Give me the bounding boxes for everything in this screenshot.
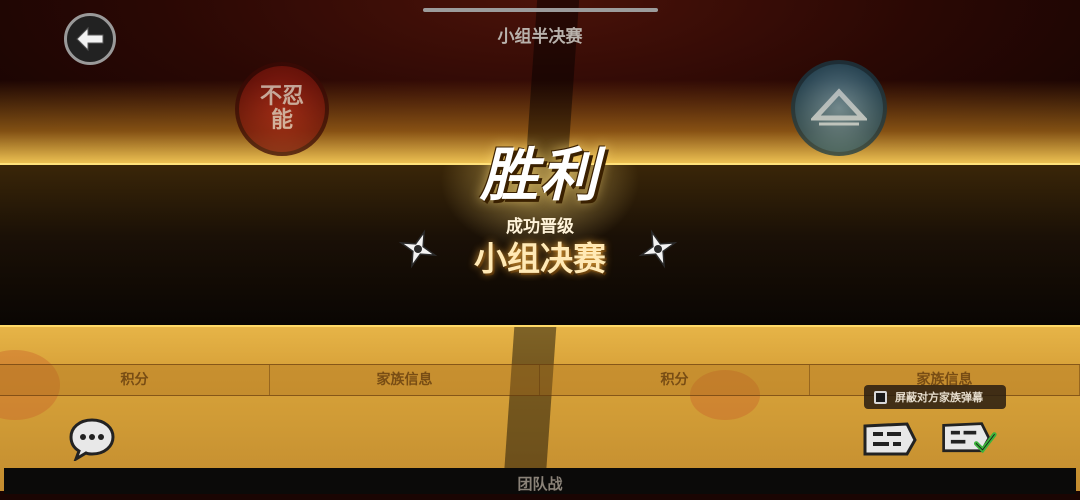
- emblem-text-bottom: 能: [270, 108, 293, 133]
- tab-left-score[interactable]: 积分: [0, 365, 270, 395]
- danmaku-confirm-icon[interactable]: [940, 419, 998, 459]
- next-stage-title: 小组决赛: [474, 239, 606, 278]
- shuriken-icon: [398, 229, 438, 269]
- tab-right-score[interactable]: 积分: [540, 365, 810, 395]
- block-danmaku-label: 屏蔽对方家族弹幕: [895, 391, 983, 404]
- right-team-emblem: [791, 60, 887, 156]
- tab-left-family-info[interactable]: 家族信息: [270, 365, 540, 395]
- danmaku-icon[interactable]: [861, 420, 919, 460]
- block-danmaku-checkbox[interactable]: [874, 390, 887, 404]
- left-team-emblem: 不忍 能: [235, 62, 329, 156]
- shuriken-icon: [638, 229, 678, 269]
- mountain-emblem-icon: [811, 88, 867, 126]
- top-indicator: [423, 8, 658, 12]
- mode-label-bar: 团队战: [4, 468, 1076, 494]
- block-danmaku-toggle[interactable]: 屏蔽对方家族弹幕: [864, 385, 1006, 409]
- chat-bubble-icon[interactable]: [68, 417, 116, 461]
- round-title: 小组半决赛: [497, 27, 583, 47]
- back-button[interactable]: [64, 13, 116, 65]
- victory-title: 胜利: [479, 141, 600, 209]
- back-arrow-icon: [76, 26, 104, 52]
- emblem-text-top: 不忍: [259, 84, 304, 109]
